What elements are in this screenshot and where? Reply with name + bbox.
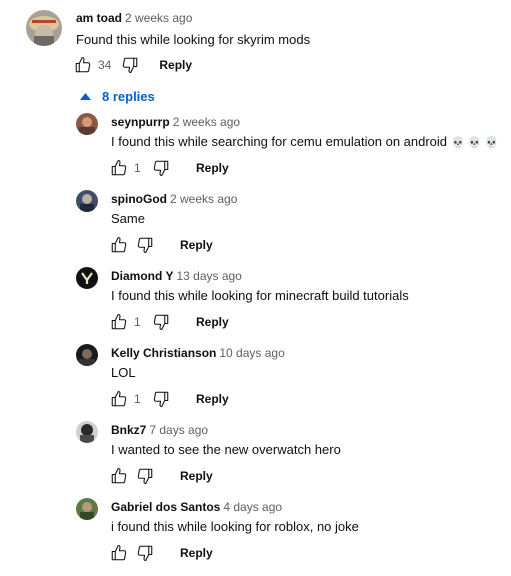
thumb-down-icon [136,467,154,485]
reply-author[interactable]: seynpurrp [111,115,170,129]
dislike-button[interactable] [152,390,170,408]
reply-item: Diamond Y 13 days ago I found this while … [0,264,511,334]
dislike-button[interactable] [136,236,154,254]
thumb-down-icon [121,56,139,74]
reply-time[interactable]: 10 days ago [219,346,284,360]
reply-item: seynpurrp 2 weeks ago I found this while … [0,110,511,180]
reply-text: i found this while looking for roblox, n… [111,519,359,534]
reply-button[interactable]: Reply [180,238,213,252]
thumb-down-icon [152,313,170,331]
reply-item: spinoGod 2 weeks ago Same Reply [0,187,511,257]
reply-button[interactable]: Reply [180,546,213,560]
reply-text: I wanted to see the new overwatch hero [111,442,341,457]
like-count: 34 [98,58,112,72]
reply-time[interactable]: 2 weeks ago [170,192,237,206]
comment-time[interactable]: 2 weeks ago [125,11,192,25]
like-button[interactable] [110,544,128,562]
reply-author[interactable]: spinoGod [111,192,167,206]
dislike-button[interactable] [136,544,154,562]
avatar[interactable] [26,10,62,46]
reply-author[interactable]: Diamond Y [111,269,173,283]
dislike-button[interactable] [152,313,170,331]
top-comment: am toad 2 weeks ago Found this while look… [0,0,511,80]
reply-text: I found this while looking for minecraft… [111,288,409,303]
avatar[interactable] [76,267,98,289]
reply-item: Kelly Christianson 10 days ago LOL 1 Repl… [0,341,511,411]
reply-button[interactable]: Reply [159,58,192,72]
thumb-up-icon [74,56,92,74]
avatar[interactable] [76,113,98,135]
like-button[interactable] [110,390,128,408]
reply-button[interactable]: Reply [196,161,229,175]
like-count: 1 [134,161,141,175]
chevron-up-icon [80,92,91,100]
thumb-down-icon [152,159,170,177]
reply-time[interactable]: 7 days ago [149,423,208,437]
like-button[interactable] [110,236,128,254]
dislike-button[interactable] [121,56,139,74]
avatar[interactable] [76,421,98,443]
thumb-down-icon [136,236,154,254]
dislike-button[interactable] [136,467,154,485]
avatar[interactable] [76,190,98,212]
like-button[interactable] [110,159,128,177]
thumb-up-icon [110,313,128,331]
reply-button[interactable]: Reply [196,392,229,406]
replies-toggle-label: 8 replies [102,88,155,104]
reply-item: Gabriel dos Santos 4 days ago i found thi… [0,495,511,565]
like-count: 1 [134,392,141,406]
thumb-down-icon [136,544,154,562]
thumb-down-icon [152,390,170,408]
reply-button[interactable]: Reply [196,315,229,329]
reply-time[interactable]: 2 weeks ago [173,115,240,129]
avatar[interactable] [76,344,98,366]
like-count: 1 [134,315,141,329]
like-button[interactable] [110,467,128,485]
reply-button[interactable]: Reply [180,469,213,483]
reply-author[interactable]: Gabriel dos Santos [111,500,220,514]
reply-author[interactable]: Bnkz7 [111,423,146,437]
dislike-button[interactable] [152,159,170,177]
replies-toggle-button[interactable]: 8 replies [80,88,155,104]
reply-text: I found this while searching for cemu em… [111,134,448,149]
thumb-up-icon [110,236,128,254]
reply-author[interactable]: Kelly Christianson [111,346,216,360]
reply-time[interactable]: 13 days ago [176,269,241,283]
thumb-up-icon [110,159,128,177]
like-button[interactable] [74,56,92,74]
skull-emoji: 💀 💀 💀 [451,137,499,149]
reply-item: Bnkz7 7 days ago I wanted to see the new … [0,418,511,488]
like-button[interactable] [110,313,128,331]
thumb-up-icon [110,544,128,562]
reply-text: Same [111,211,145,226]
comment-author[interactable]: am toad [76,11,122,25]
comment-text: Found this while looking for skyrim mods [76,32,311,47]
reply-time[interactable]: 4 days ago [223,500,282,514]
avatar[interactable] [76,498,98,520]
thumb-up-icon [110,390,128,408]
thumb-up-icon [110,467,128,485]
reply-text: LOL [111,365,136,380]
